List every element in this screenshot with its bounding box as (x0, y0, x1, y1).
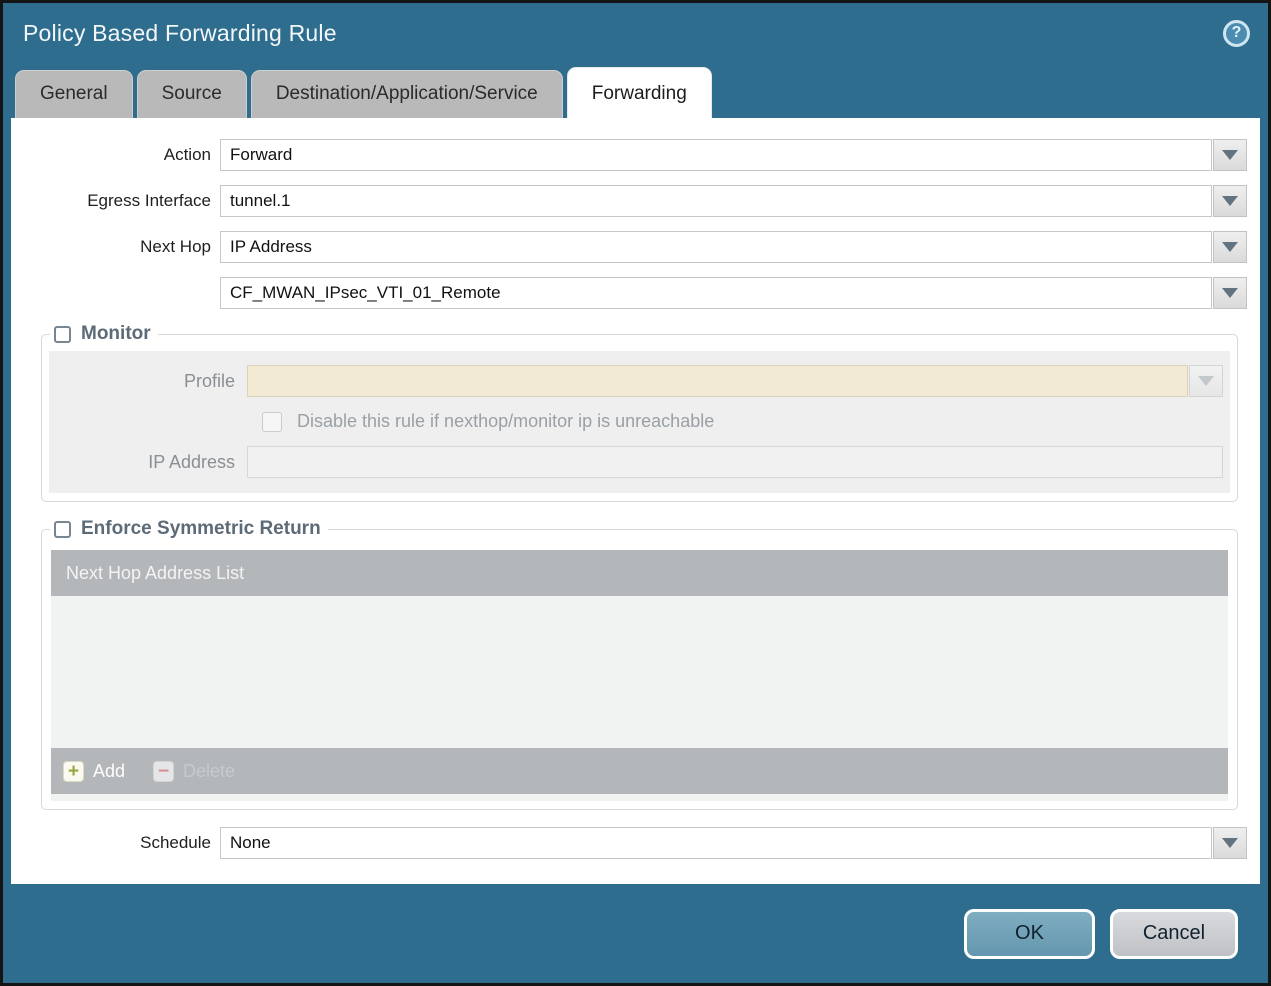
action-select[interactable]: Forward (220, 139, 1247, 171)
next-hop-row: Next Hop IP Address (22, 231, 1247, 263)
monitor-ip-row: IP Address (49, 446, 1230, 478)
cancel-button[interactable]: Cancel (1110, 908, 1238, 959)
ok-button[interactable]: OK (964, 908, 1095, 959)
disable-rule-checkbox (262, 411, 282, 432)
tab-source[interactable]: Source (136, 70, 247, 118)
egress-interface-row: Egress Interface tunnel.1 (22, 185, 1247, 217)
minus-icon: − (153, 760, 175, 782)
next-hop-address-table: Next Hop Address List + Add − Delete (51, 550, 1228, 801)
delete-button: − Delete (153, 760, 236, 782)
enforce-symmetric-return-group: Enforce Symmetric Return Next Hop Addres… (41, 518, 1238, 810)
enforce-legend: Enforce Symmetric Return (50, 518, 328, 540)
pbf-rule-dialog: Policy Based Forwarding Rule ? General S… (0, 0, 1271, 986)
tab-general[interactable]: General (15, 70, 133, 118)
disable-rule-row: Disable this rule if nexthop/monitor ip … (262, 411, 1230, 432)
delete-button-label: Delete (183, 760, 236, 781)
action-value[interactable]: Forward (220, 139, 1212, 171)
table-body[interactable] (51, 596, 1228, 748)
egress-interface-value[interactable]: tunnel.1 (220, 185, 1212, 217)
enforce-symmetric-return-label: Enforce Symmetric Return (81, 518, 321, 539)
dialog-title: Policy Based Forwarding Rule (23, 19, 337, 46)
chevron-down-icon[interactable] (1213, 185, 1247, 217)
next-hop-address-value[interactable]: CF_MWAN_IPsec_VTI_01_Remote (220, 277, 1212, 309)
next-hop-address-select[interactable]: CF_MWAN_IPsec_VTI_01_Remote (220, 277, 1247, 309)
chevron-down-icon[interactable] (1213, 231, 1247, 263)
disable-rule-label: Disable this rule if nexthop/monitor ip … (297, 411, 715, 431)
schedule-label: Schedule (140, 833, 211, 852)
enforce-symmetric-return-checkbox[interactable] (54, 520, 71, 538)
monitor-legend: Monitor (50, 323, 158, 345)
next-hop-type-select[interactable]: IP Address (220, 231, 1247, 263)
chevron-down-icon[interactable] (1213, 139, 1247, 171)
profile-label: Profile (183, 370, 235, 391)
monitor-panel: Profile Disable this rule if nexthop/mon… (49, 351, 1230, 493)
egress-interface-label: Egress Interface (87, 191, 211, 210)
table-header: Next Hop Address List (51, 550, 1228, 596)
tab-forwarding[interactable]: Forwarding (566, 67, 712, 118)
forwarding-tab-panel: Action Forward Egress Interface tunnel.1… (11, 118, 1260, 884)
next-hop-type-value[interactable]: IP Address (220, 231, 1212, 263)
next-hop-address-row: CF_MWAN_IPsec_VTI_01_Remote (22, 277, 1247, 309)
monitor-checkbox[interactable] (54, 325, 71, 343)
chevron-down-icon[interactable] (1213, 827, 1247, 859)
tab-bar: General Source Destination/Application/S… (3, 63, 1268, 118)
table-toolbar: + Add − Delete (51, 748, 1228, 794)
monitor-label: Monitor (81, 323, 151, 344)
action-label: Action (163, 145, 211, 164)
profile-value (247, 365, 1188, 397)
chevron-down-icon[interactable] (1213, 277, 1247, 309)
monitor-ip-label: IP Address (148, 451, 235, 472)
schedule-row: Schedule None (22, 827, 1247, 859)
tab-destination-application-service[interactable]: Destination/Application/Service (250, 70, 563, 118)
schedule-value[interactable]: None (220, 827, 1212, 859)
title-bar: Policy Based Forwarding Rule ? (3, 3, 1268, 63)
add-button-label: Add (93, 760, 126, 781)
action-row: Action Forward (22, 139, 1247, 171)
profile-row: Profile (49, 365, 1230, 397)
add-button[interactable]: + Add (63, 760, 126, 782)
egress-interface-select[interactable]: tunnel.1 (220, 185, 1247, 217)
chevron-down-icon (1189, 365, 1223, 397)
profile-select (247, 365, 1223, 397)
help-icon[interactable]: ? (1223, 19, 1250, 47)
plus-icon: + (63, 760, 84, 782)
next-hop-label: Next Hop (140, 237, 211, 256)
table-spacer (51, 794, 1228, 801)
dialog-footer: OK Cancel (3, 884, 1268, 983)
monitor-ip-input (247, 446, 1223, 478)
schedule-select[interactable]: None (220, 827, 1247, 859)
monitor-group: Monitor Profile Disable this rule if nex… (41, 323, 1238, 502)
